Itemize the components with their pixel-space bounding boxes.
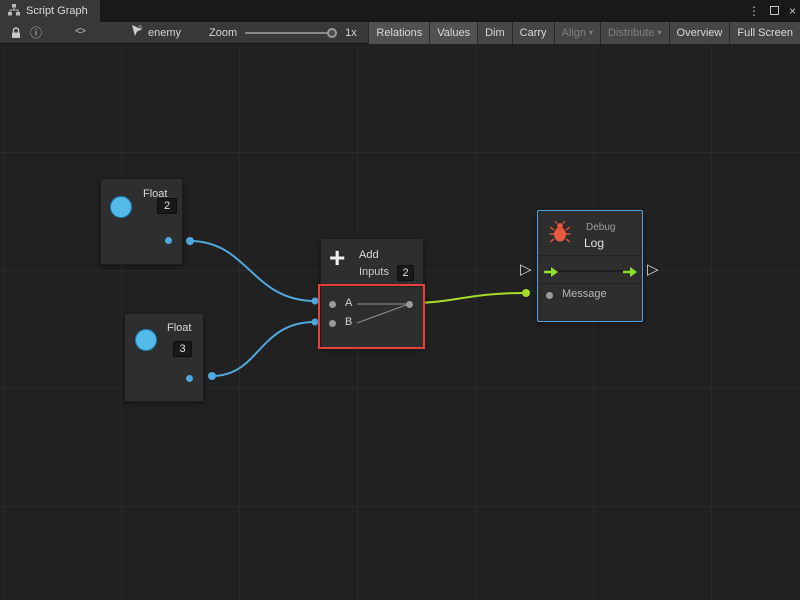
bug-icon [549, 221, 571, 248]
maximize-icon[interactable] [770, 4, 779, 18]
graph-tab-icon [8, 4, 20, 19]
float-type-icon [110, 196, 132, 218]
wire-add-to-debug[interactable] [410, 293, 523, 303]
relations-button[interactable]: Relations [368, 22, 429, 44]
graph-name-label: enemy [148, 27, 181, 39]
window-tab-bar: Script Graph ⋮ × [0, 0, 800, 22]
wire-endpoint[interactable] [208, 372, 216, 380]
float-value-field[interactable]: 3 [173, 341, 192, 357]
wire-endpoint[interactable] [312, 319, 319, 326]
chevron-down-icon: ▾ [589, 28, 593, 37]
graph-toolbar: ⓘ <> enemy Zoom 1x Relations Values Dim … [0, 22, 800, 44]
flow-input-port[interactable] [543, 265, 559, 283]
zoom-label: Zoom [209, 27, 237, 39]
flow-relation-line [558, 270, 624, 272]
tab-title: Script Graph [26, 5, 88, 17]
graph-breadcrumb[interactable]: enemy [130, 25, 181, 40]
node-category: Debug [586, 222, 615, 233]
overview-button[interactable]: Overview [669, 22, 730, 44]
dim-button[interactable]: Dim [477, 22, 512, 44]
zoom-slider-handle[interactable] [327, 28, 337, 38]
node-divider [538, 283, 642, 284]
values-button[interactable]: Values [429, 22, 477, 44]
wire-endpoint[interactable] [522, 289, 530, 297]
distribute-button[interactable]: Distribute▾ [600, 22, 668, 44]
fullscreen-button[interactable]: Full Screen [729, 22, 800, 44]
info-icon[interactable]: ⓘ [26, 22, 46, 44]
flow-connector-triangle[interactable]: ▷ [520, 262, 532, 277]
float-output-port[interactable] [165, 237, 172, 244]
node-debug-log[interactable]: Debug Log Message [537, 210, 643, 322]
wire-endpoint[interactable] [312, 298, 319, 305]
float-value-field[interactable]: 2 [157, 198, 177, 214]
graph-canvas[interactable]: Float 2 Float 3 + Add Inputs 2 A B [0, 44, 800, 600]
message-input-port[interactable] [546, 292, 553, 299]
node-title: Log [584, 236, 604, 250]
zoom-control: Zoom 1x [209, 27, 357, 39]
close-icon[interactable]: × [789, 4, 796, 18]
wire-endpoint[interactable] [186, 237, 194, 245]
zoom-value: 1x [345, 27, 357, 39]
kebab-menu-icon[interactable]: ⋮ [748, 4, 760, 18]
relation-lines [321, 239, 425, 349]
node-add[interactable]: + Add Inputs 2 A B [320, 238, 424, 348]
align-button[interactable]: Align▾ [554, 22, 600, 44]
node-title: Float [167, 322, 191, 334]
pointer-icon [130, 25, 143, 40]
flow-output-port[interactable] [622, 265, 638, 283]
chevron-down-icon: ▾ [658, 28, 662, 37]
flow-connector-triangle[interactable]: ▷ [647, 262, 659, 277]
toolbar-buttons: Relations Values Dim Carry Align▾ Distri… [368, 22, 800, 44]
code-icon[interactable]: <> [70, 22, 90, 44]
float-output-port[interactable] [186, 375, 193, 382]
message-port-label: Message [562, 288, 607, 300]
node-float-2[interactable]: Float 2 [100, 178, 183, 265]
node-divider [538, 255, 642, 256]
carry-button[interactable]: Carry [512, 22, 554, 44]
window-controls: ⋮ × [748, 0, 796, 22]
zoom-slider[interactable] [245, 32, 337, 34]
tab-script-graph[interactable]: Script Graph [0, 0, 100, 22]
wire-float2-to-a[interactable] [190, 241, 315, 301]
node-float-3[interactable]: Float 3 [124, 313, 204, 402]
wire-float3-to-b[interactable] [212, 322, 315, 376]
lock-icon[interactable] [6, 22, 26, 44]
float-type-icon [135, 329, 157, 351]
